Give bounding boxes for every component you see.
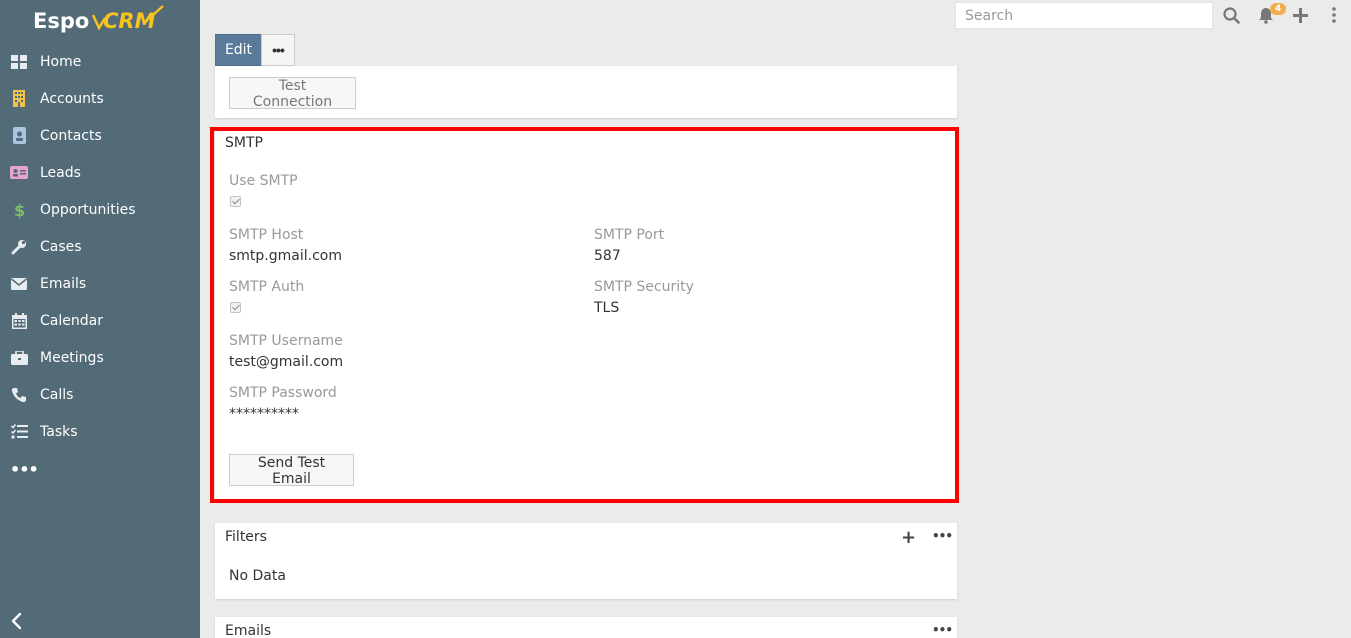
use-smtp-checkbox: [230, 196, 241, 207]
building-icon: [10, 90, 28, 108]
sidebar-item-label: Calendar: [40, 312, 103, 329]
smtp-port-label: SMTP Port: [594, 227, 665, 243]
smtp-password-value: **********: [229, 406, 299, 422]
sidebar-item-leads[interactable]: Leads: [0, 154, 200, 191]
more-actions-button[interactable]: •••: [261, 34, 295, 66]
sidebar-item-tasks[interactable]: Tasks: [0, 413, 200, 450]
send-test-email-button[interactable]: Send Test Email: [229, 454, 354, 487]
filters-panel-title: Filters: [225, 529, 267, 545]
sidebar-item-opportunities[interactable]: $ Opportunities: [0, 191, 200, 228]
sidebar-item-label: Contacts: [40, 127, 102, 144]
dollar-icon: $: [10, 201, 28, 219]
phone-icon: [10, 386, 28, 404]
svg-text:Espo: Espo: [33, 9, 89, 33]
plus-icon[interactable]: [1290, 5, 1310, 25]
smtp-panel: SMTP Use SMTP SMTP Host smtp.gmail.com S…: [215, 130, 957, 501]
smtp-port-value: 587: [594, 248, 621, 264]
sidebar-item-home[interactable]: Home: [0, 43, 200, 80]
search-icon[interactable]: [1221, 5, 1241, 25]
sidebar-item-label: Calls: [40, 386, 74, 403]
test-connection-button[interactable]: Test Connection: [229, 77, 356, 110]
sidebar-item-label: Meetings: [40, 349, 104, 366]
edit-button[interactable]: Edit: [215, 34, 262, 66]
envelope-icon: [10, 275, 28, 293]
sidebar-item-contacts[interactable]: Contacts: [0, 117, 200, 154]
sidebar-item-label: Accounts: [40, 90, 104, 107]
smtp-auth-label: SMTP Auth: [229, 279, 305, 295]
espocrm-logo[interactable]: Espo CRM: [0, 0, 200, 40]
emails-panel: Emails •••: [215, 617, 957, 638]
tasks-icon: [10, 423, 28, 441]
calendar-icon: [10, 312, 28, 330]
smtp-security-label: SMTP Security: [594, 279, 694, 295]
sidebar-item-calendar[interactable]: Calendar: [0, 302, 200, 339]
sidebar-item-cases[interactable]: Cases: [0, 228, 200, 265]
notification-count-badge: 4: [1270, 3, 1286, 15]
filters-panel: Filters + ••• No Data: [215, 523, 957, 599]
smtp-host-value: smtp.gmail.com: [229, 248, 342, 264]
search-input[interactable]: [955, 2, 1213, 29]
wrench-icon: [10, 238, 28, 256]
sidebar-item-calls[interactable]: Calls: [0, 376, 200, 413]
sidebar: Espo CRM Home Accounts Contacts Leads $ …: [0, 0, 200, 638]
filters-empty-text: No Data: [229, 568, 286, 584]
sidebar-item-label: Home: [40, 53, 82, 70]
smtp-username-label: SMTP Username: [229, 333, 343, 349]
emails-panel-title: Emails: [225, 623, 272, 638]
smtp-security-value: TLS: [594, 300, 620, 316]
sidebar-item-label: Cases: [40, 238, 82, 255]
smtp-host-label: SMTP Host: [229, 227, 304, 243]
briefcase-icon: [10, 349, 28, 367]
smtp-panel-title: SMTP: [225, 135, 263, 151]
sidebar-item-label: Leads: [40, 164, 81, 181]
sidebar-item-meetings[interactable]: Meetings: [0, 339, 200, 376]
collapse-sidebar-icon[interactable]: [10, 612, 26, 630]
grid-icon: [10, 53, 28, 71]
sidebar-item-accounts[interactable]: Accounts: [0, 80, 200, 117]
svg-text:$: $: [14, 201, 25, 219]
sidebar-item-label: Emails: [40, 275, 87, 292]
sidebar-item-label: Tasks: [40, 423, 78, 440]
emails-more-button[interactable]: •••: [932, 623, 953, 637]
connection-panel: Test Connection: [215, 66, 957, 118]
id-badge-icon: [10, 127, 28, 145]
address-card-icon: [10, 164, 28, 182]
sidebar-item-label: Opportunities: [40, 201, 136, 218]
filters-more-button[interactable]: •••: [932, 529, 953, 543]
vertical-menu-icon[interactable]: [1324, 5, 1344, 25]
sidebar-item-emails[interactable]: Emails: [0, 265, 200, 302]
nav-list: Home Accounts Contacts Leads $ Opportuni…: [0, 43, 200, 450]
smtp-password-label: SMTP Password: [229, 385, 337, 401]
sidebar-more-button[interactable]: •••: [10, 460, 39, 479]
smtp-username-value: test@gmail.com: [229, 354, 344, 370]
use-smtp-label: Use SMTP: [229, 173, 298, 189]
add-filter-button[interactable]: +: [901, 527, 916, 548]
smtp-auth-checkbox: [230, 302, 241, 313]
